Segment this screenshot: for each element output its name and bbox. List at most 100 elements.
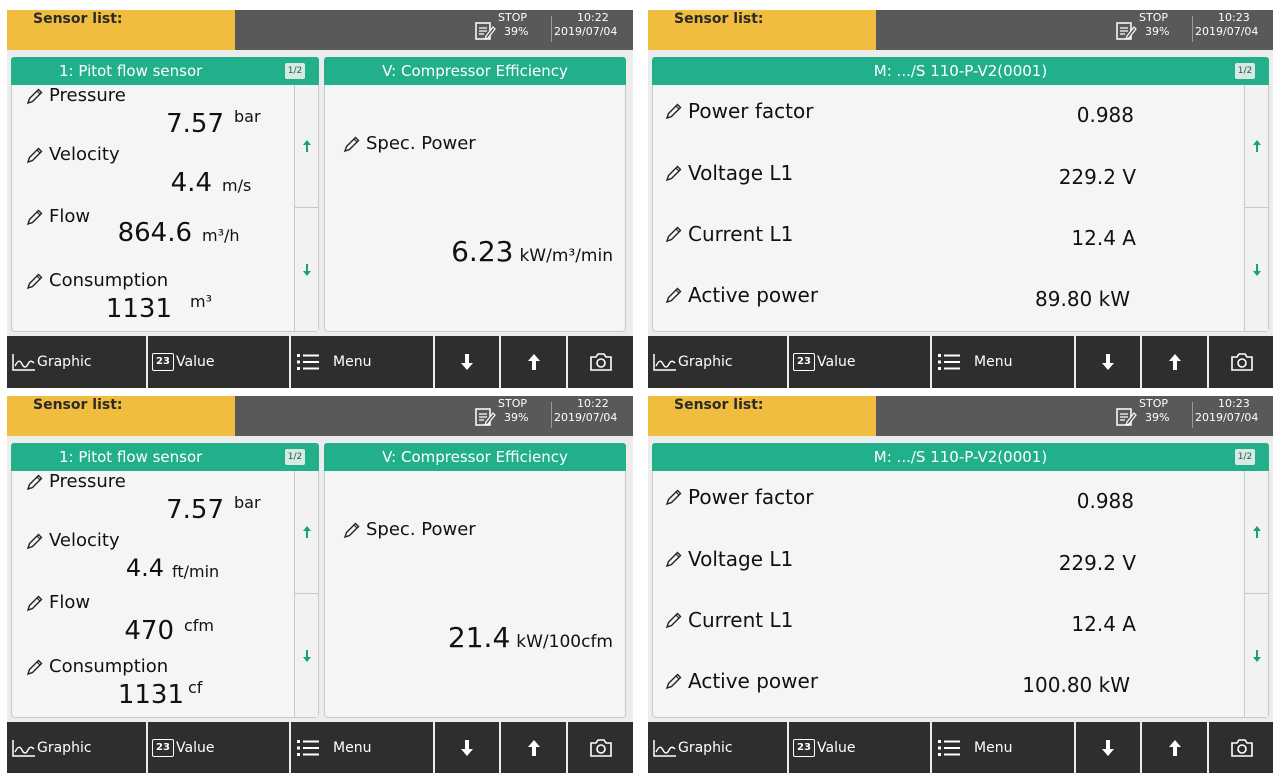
- value-button[interactable]: 23 Value: [148, 336, 291, 388]
- pencil-icon: [665, 551, 682, 568]
- meter-row[interactable]: Power factor 0.988: [653, 479, 1238, 519]
- sensor-item[interactable]: Consumption 1131 m³: [12, 270, 288, 330]
- sensor-unit: bar: [234, 493, 261, 512]
- sensor-name: Velocity: [26, 144, 120, 165]
- graphic-button[interactable]: Graphic: [7, 722, 148, 773]
- menu-label: Menu: [333, 740, 372, 756]
- up-button[interactable]: [501, 722, 568, 773]
- arrow-up-icon: [527, 354, 540, 370]
- sensor-value: 7.57: [166, 495, 224, 525]
- spec-power-readout: 6.23 kW/m³/min: [451, 235, 613, 268]
- screen-title: Sensor list:: [7, 10, 235, 50]
- menu-label: Menu: [974, 354, 1013, 370]
- scroll-down-button[interactable]: [295, 208, 318, 331]
- sensor-item[interactable]: Flow 864.6 m³/h: [12, 206, 288, 266]
- scroll-up-button[interactable]: [295, 85, 318, 208]
- efficiency-panel: V: Compressor Efficiency Spec. Power 21.…: [324, 443, 626, 718]
- down-button[interactable]: [435, 722, 501, 773]
- scroll-down-button[interactable]: [1245, 208, 1268, 331]
- meter-panel-header[interactable]: M: .../S 110-P-V2(0001) 1/2: [652, 57, 1269, 85]
- scroll-up-button[interactable]: [1245, 471, 1268, 594]
- meter-row-label: Current L1: [688, 608, 794, 632]
- down-button[interactable]: [1076, 336, 1142, 388]
- meter-row[interactable]: Active power 89.80 kW: [653, 277, 1238, 317]
- sensor-item[interactable]: Pressure 7.57 bar: [12, 471, 288, 531]
- spec-power-unit: kW/100cfm: [516, 632, 613, 652]
- meter-row-label: Power factor: [688, 99, 814, 123]
- menu-label: Menu: [974, 740, 1013, 756]
- graphic-label: Graphic: [37, 740, 92, 756]
- up-button[interactable]: [1142, 722, 1209, 773]
- meter-panel-header[interactable]: M: .../S 110-P-V2(0001) 1/2: [652, 443, 1269, 471]
- scroll-rail: [1244, 471, 1268, 717]
- value-label: Value: [817, 354, 856, 370]
- camera-button[interactable]: [1209, 336, 1273, 388]
- camera-button[interactable]: [568, 722, 633, 773]
- menu-button[interactable]: Menu: [291, 336, 435, 388]
- sensor-panel-title: 1: Pitot flow sensor: [59, 62, 203, 80]
- sensor-item[interactable]: Pressure 7.57 bar: [12, 85, 288, 145]
- efficiency-panel-header[interactable]: V: Compressor Efficiency: [324, 443, 626, 471]
- meter-row[interactable]: Power factor 0.988: [653, 93, 1238, 133]
- scroll-down-button[interactable]: [1245, 594, 1268, 717]
- meter-row[interactable]: Active power 100.80 kW: [653, 663, 1238, 703]
- arrow-down-icon: [461, 354, 473, 370]
- status-divider: [551, 16, 552, 42]
- scroll-up-button[interactable]: [1245, 85, 1268, 208]
- menu-button[interactable]: Menu: [932, 336, 1076, 388]
- meter-panel: M: .../S 110-P-V2(0001) 1/2 Power factor…: [652, 443, 1269, 718]
- top-bar: Sensor list: STOP 39% 10:22 2019/07/04: [7, 10, 633, 50]
- graphic-button[interactable]: Graphic: [7, 336, 148, 388]
- value-button[interactable]: 23 Value: [789, 336, 932, 388]
- value-button[interactable]: 23 Value: [148, 722, 291, 773]
- meter-row[interactable]: Current L1 12.4 A: [653, 216, 1238, 256]
- sensor-item[interactable]: Velocity 4.4 m/s: [12, 144, 288, 204]
- graphic-label: Graphic: [678, 740, 733, 756]
- page-indicator: 1/2: [285, 63, 305, 79]
- camera-button[interactable]: [568, 336, 633, 388]
- arrow-up-icon: [302, 140, 311, 152]
- down-button[interactable]: [435, 336, 501, 388]
- down-button[interactable]: [1076, 722, 1142, 773]
- scroll-up-button[interactable]: [295, 471, 318, 594]
- meter-row[interactable]: Voltage L1 229.2 V: [653, 541, 1238, 581]
- menu-list-icon: [297, 740, 319, 756]
- meter-row-name: Current L1: [665, 222, 793, 246]
- meter-row[interactable]: Voltage L1 229.2 V: [653, 155, 1238, 195]
- sensor-unit: m³: [190, 292, 212, 311]
- status-stop: STOP: [498, 397, 527, 410]
- sensor-item[interactable]: Velocity 4.4 ft/min: [12, 530, 288, 590]
- meter-row-name: Active power: [665, 283, 818, 307]
- efficiency-panel-header[interactable]: V: Compressor Efficiency: [324, 57, 626, 85]
- sensor-item[interactable]: Consumption 1131 cf: [12, 656, 288, 716]
- scroll-down-button[interactable]: [295, 594, 318, 717]
- meter-row-name: Voltage L1: [665, 547, 793, 571]
- up-button[interactable]: [501, 336, 568, 388]
- up-button[interactable]: [1142, 336, 1209, 388]
- status-date: 2019/07/04: [554, 411, 618, 424]
- status-percent: 39%: [1145, 411, 1170, 424]
- graphic-button[interactable]: Graphic: [648, 336, 789, 388]
- menu-button[interactable]: Menu: [291, 722, 435, 773]
- menu-button[interactable]: Menu: [932, 722, 1076, 773]
- meter-row[interactable]: Current L1 12.4 A: [653, 602, 1238, 642]
- camera-icon: [589, 353, 612, 371]
- sensor-item[interactable]: Flow 470 cfm: [12, 592, 288, 652]
- efficiency-panel-title: V: Compressor Efficiency: [382, 62, 568, 80]
- graphic-button[interactable]: Graphic: [648, 722, 789, 773]
- arrow-up-icon: [1168, 354, 1181, 370]
- sensor-panel-header[interactable]: 1: Pitot flow sensor 1/2: [11, 443, 319, 471]
- spec-power-name[interactable]: Spec. Power: [343, 133, 476, 154]
- meter-row-value: 229.2 V: [1058, 551, 1136, 575]
- spec-power-name[interactable]: Spec. Power: [343, 519, 476, 540]
- value-button[interactable]: 23 Value: [789, 722, 932, 773]
- sensor-panel-body: Pressure 7.57 bar Velocity 4.4 ft/min Fl…: [11, 471, 319, 718]
- status-time: 10:23: [1218, 11, 1250, 24]
- camera-button[interactable]: [1209, 722, 1273, 773]
- spec-power-value: 21.4: [447, 621, 511, 654]
- sensor-panel-header[interactable]: 1: Pitot flow sensor 1/2: [11, 57, 319, 85]
- camera-icon: [1230, 353, 1253, 371]
- arrow-down-icon: [1252, 649, 1261, 662]
- screen-bottom-left: Sensor list: STOP 39% 10:22 2019/07/04 1…: [7, 396, 633, 773]
- efficiency-panel-title: V: Compressor Efficiency: [382, 448, 568, 466]
